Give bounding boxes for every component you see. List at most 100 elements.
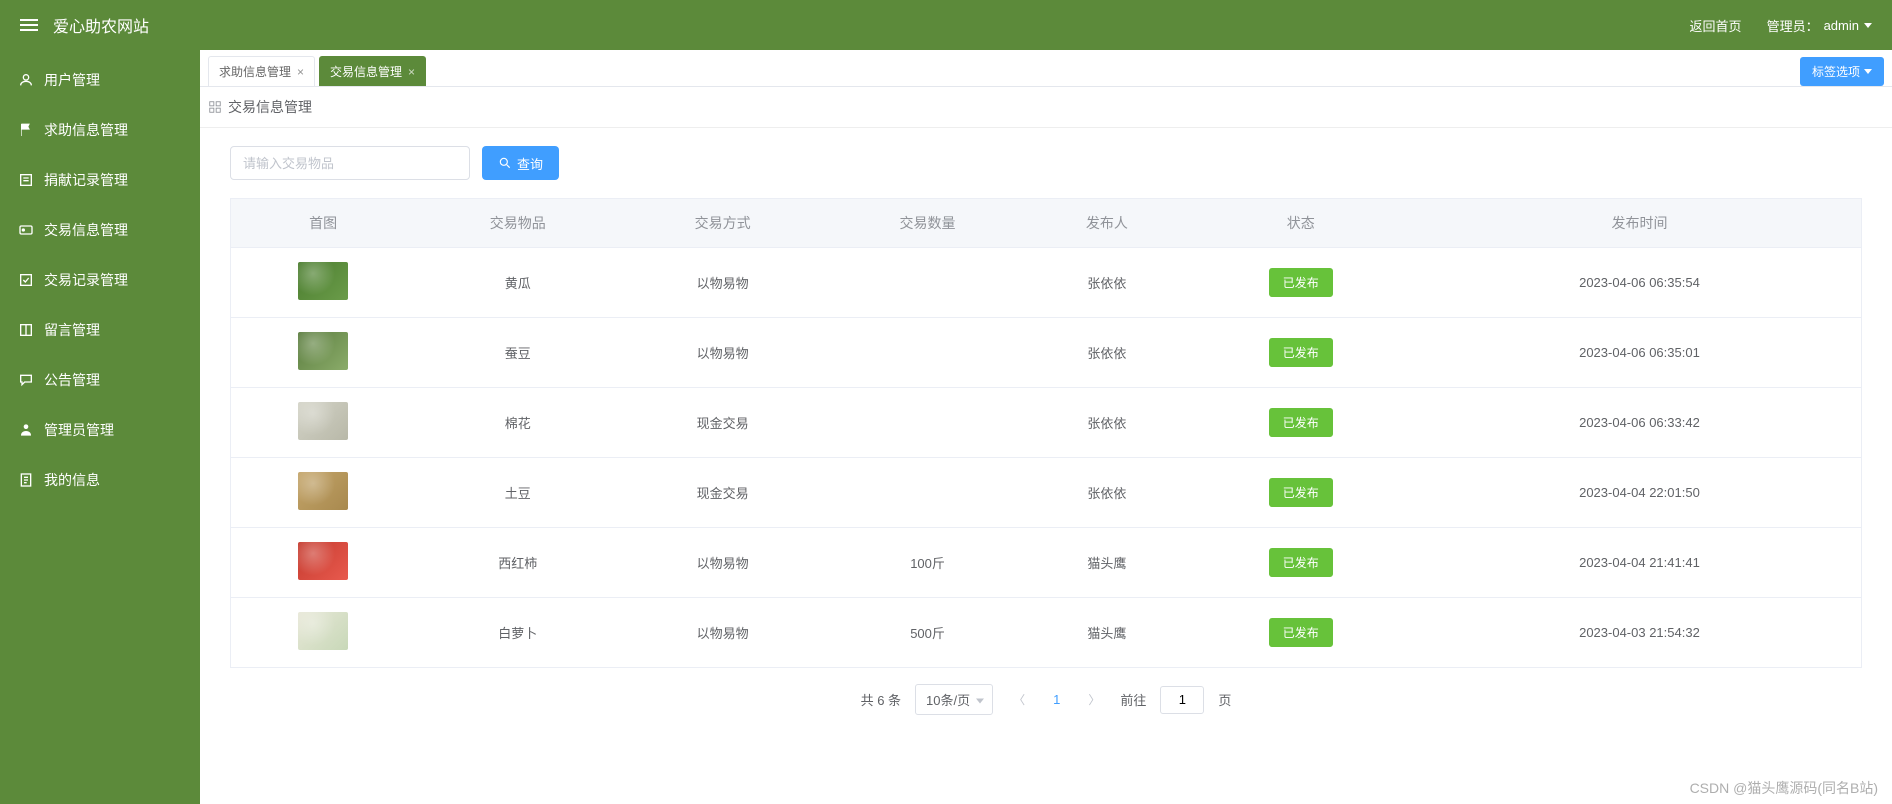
page-size-label: 10条/页 [926,693,970,708]
caret-down-icon [1864,69,1872,74]
thumbnail-image [298,542,348,580]
tab-trade-info[interactable]: 交易信息管理 × [319,56,426,86]
cell-qty [825,388,1030,458]
sidebar-item-myinfo[interactable]: 我的信息 [0,455,200,505]
th-thumb: 首图 [231,199,416,248]
grid-icon [208,100,222,114]
close-icon[interactable]: × [408,65,415,79]
home-link[interactable]: 返回首页 [1690,16,1742,35]
cell-method: 以物易物 [620,318,825,388]
next-page-button[interactable]: 〉 [1082,691,1106,708]
menu-toggle-icon[interactable] [20,19,38,31]
th-qty: 交易数量 [825,199,1030,248]
cell-time: 2023-04-06 06:35:54 [1418,248,1862,318]
thumbnail-image [298,472,348,510]
table-row[interactable]: 西红柿 以物易物 100斤 猫头鹰 已发布 2023-04-04 21:41:4… [231,528,1862,598]
book-icon [18,322,34,338]
sidebar-item-label: 交易记录管理 [44,270,128,290]
chat-icon [18,372,34,388]
cell-qty: 100斤 [825,528,1030,598]
tab-label: 交易信息管理 [330,63,402,80]
cell-item: 白萝卜 [415,598,620,668]
app-title: 爱心助农网站 [53,13,149,37]
admin-label: 管理员： [1767,16,1819,35]
sidebar-item-user[interactable]: 用户管理 [0,55,200,105]
cell-method: 现金交易 [620,388,825,458]
search-button-label: 查询 [517,154,543,173]
status-badge: 已发布 [1269,268,1333,297]
thumbnail-image [298,612,348,650]
tab-label: 求助信息管理 [219,63,291,80]
cell-time: 2023-04-04 21:41:41 [1418,528,1862,598]
doc-icon [18,472,34,488]
sidebar-item-label: 交易信息管理 [44,220,128,240]
thumbnail-image [298,332,348,370]
cell-publisher: 张依依 [1030,318,1184,388]
cell-publisher: 猫头鹰 [1030,598,1184,668]
user-icon [18,72,34,88]
close-icon[interactable]: × [297,65,304,79]
cell-time: 2023-04-06 06:35:01 [1418,318,1862,388]
trade-table: 首图 交易物品 交易方式 交易数量 发布人 状态 发布时间 黄瓜 以物易物 张依… [230,198,1862,668]
thumbnail-image [298,262,348,300]
cell-time: 2023-04-06 06:33:42 [1418,388,1862,458]
admin-icon [18,422,34,438]
table-row[interactable]: 蚕豆 以物易物 张依依 已发布 2023-04-06 06:35:01 [231,318,1862,388]
table-row[interactable]: 土豆 现金交易 张依依 已发布 2023-04-04 22:01:50 [231,458,1862,528]
sidebar-item-label: 管理员管理 [44,420,114,440]
cell-method: 以物易物 [620,248,825,318]
tab-help-info[interactable]: 求助信息管理 × [208,56,315,86]
sidebar-item-help[interactable]: 求助信息管理 [0,105,200,155]
status-badge: 已发布 [1269,618,1333,647]
cell-method: 现金交易 [620,458,825,528]
cell-publisher: 张依依 [1030,458,1184,528]
table-row[interactable]: 棉花 现金交易 张依依 已发布 2023-04-06 06:33:42 [231,388,1862,458]
th-method: 交易方式 [620,199,825,248]
cell-method: 以物易物 [620,598,825,668]
status-badge: 已发布 [1269,408,1333,437]
goto-input[interactable] [1160,686,1204,714]
sidebar: 用户管理 求助信息管理 捐献记录管理 交易信息管理 交易记录管理 留言管理 [0,50,200,804]
cell-time: 2023-04-04 22:01:50 [1418,458,1862,528]
sidebar-item-label: 用户管理 [44,70,100,90]
sidebar-item-message[interactable]: 留言管理 [0,305,200,355]
page-size-select[interactable]: 10条/页 [915,684,993,715]
sidebar-item-label: 公告管理 [44,370,100,390]
cell-qty [825,458,1030,528]
check-icon [18,272,34,288]
cell-item: 土豆 [415,458,620,528]
goto-label: 前往 [1120,690,1146,709]
table-row[interactable]: 白萝卜 以物易物 500斤 猫头鹰 已发布 2023-04-03 21:54:3… [231,598,1862,668]
cell-item: 西红柿 [415,528,620,598]
prev-page-button[interactable]: 〈 [1007,691,1031,708]
table-row[interactable]: 黄瓜 以物易物 张依依 已发布 2023-04-06 06:35:54 [231,248,1862,318]
card-icon [18,222,34,238]
cell-publisher: 张依依 [1030,388,1184,458]
sidebar-item-notice[interactable]: 公告管理 [0,355,200,405]
cell-item: 黄瓜 [415,248,620,318]
flag-icon [18,122,34,138]
search-input[interactable] [230,146,470,180]
caret-down-icon [1864,23,1872,28]
status-badge: 已发布 [1269,548,1333,577]
status-badge: 已发布 [1269,338,1333,367]
admin-dropdown[interactable]: 管理员： admin [1767,16,1872,35]
sidebar-item-donation[interactable]: 捐献记录管理 [0,155,200,205]
thumbnail-image [298,402,348,440]
th-status: 状态 [1184,199,1418,248]
search-button[interactable]: 查询 [482,146,559,180]
th-publisher: 发布人 [1030,199,1184,248]
header: 爱心助农网站 返回首页 管理员： admin [0,0,1892,50]
list-icon [18,172,34,188]
sidebar-item-label: 留言管理 [44,320,100,340]
sidebar-item-admin[interactable]: 管理员管理 [0,405,200,455]
sidebar-item-trade-record[interactable]: 交易记录管理 [0,255,200,305]
page-number[interactable]: 1 [1045,692,1068,707]
th-item: 交易物品 [415,199,620,248]
cell-qty: 500斤 [825,598,1030,668]
sidebar-item-trade-info[interactable]: 交易信息管理 [0,205,200,255]
total-label: 共 6 条 [861,690,901,709]
th-time: 发布时间 [1418,199,1862,248]
tag-options-button[interactable]: 标签选项 [1800,57,1884,86]
tag-options-label: 标签选项 [1812,63,1860,80]
